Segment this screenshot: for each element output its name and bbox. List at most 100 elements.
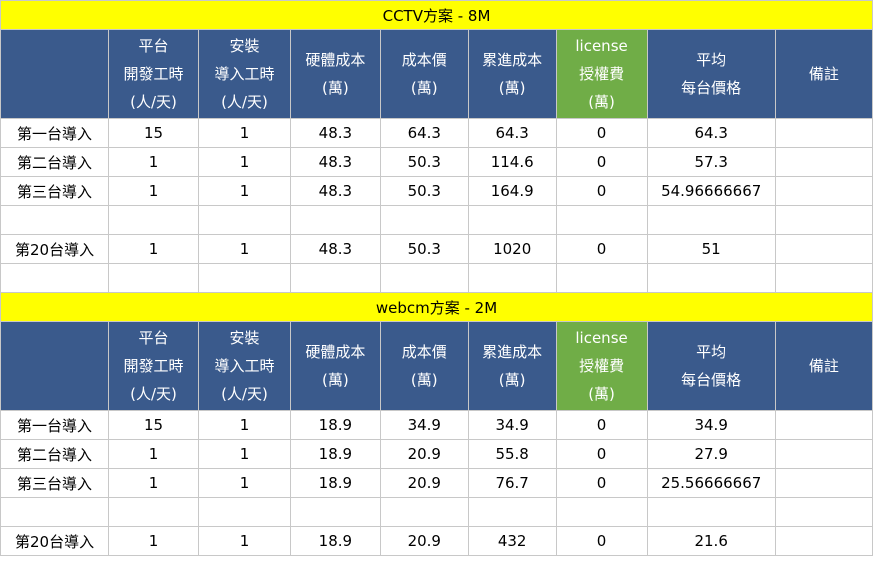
- empty-cell[interactable]: [0, 497, 110, 527]
- cell-average[interactable]: 25.56666667: [646, 468, 776, 498]
- cell-average[interactable]: 64.3: [646, 118, 776, 148]
- row-label[interactable]: 第一台導入: [0, 410, 110, 440]
- empty-cell[interactable]: [646, 497, 776, 527]
- row-label[interactable]: 第20台導入: [0, 526, 110, 556]
- cell-cumulative[interactable]: 432: [467, 526, 557, 556]
- empty-cell[interactable]: [108, 205, 199, 235]
- header-average[interactable]: 平均 每台價格: [646, 29, 776, 119]
- empty-cell[interactable]: [198, 205, 291, 235]
- cell-dev[interactable]: 1: [108, 147, 199, 177]
- cell-cost[interactable]: 20.9: [379, 526, 469, 556]
- empty-cell[interactable]: [379, 263, 469, 293]
- cell-notes[interactable]: [774, 468, 873, 498]
- cell-license[interactable]: 0: [555, 410, 648, 440]
- section-title[interactable]: webcm方案 - 2M: [0, 292, 873, 322]
- cell-cost[interactable]: 64.3: [379, 118, 469, 148]
- cell-cumulative[interactable]: 55.8: [467, 439, 557, 469]
- header-cell-empty[interactable]: [0, 321, 110, 411]
- cell-hardware[interactable]: 18.9: [289, 468, 381, 498]
- header-hardware[interactable]: 硬體成本 (萬): [289, 29, 381, 119]
- header-cumulative[interactable]: 累進成本 (萬): [467, 321, 557, 411]
- cell-license[interactable]: 0: [555, 526, 648, 556]
- header-notes[interactable]: 備註: [774, 321, 873, 411]
- empty-cell[interactable]: [0, 263, 110, 293]
- cell-average[interactable]: 21.6: [646, 526, 776, 556]
- section-title[interactable]: CCTV方案 - 8M: [0, 0, 873, 30]
- cell-license[interactable]: 0: [555, 439, 648, 469]
- cell-install[interactable]: 1: [198, 176, 291, 206]
- cell-hardware[interactable]: 48.3: [289, 118, 381, 148]
- header-average[interactable]: 平均 每台價格: [646, 321, 776, 411]
- cell-dev[interactable]: 15: [108, 118, 199, 148]
- cell-cumulative[interactable]: 76.7: [467, 468, 557, 498]
- cell-install[interactable]: 1: [198, 147, 291, 177]
- cell-cumulative[interactable]: 1020: [467, 234, 557, 264]
- empty-cell[interactable]: [0, 205, 110, 235]
- empty-cell[interactable]: [108, 497, 199, 527]
- row-label[interactable]: 第二台導入: [0, 439, 110, 469]
- empty-cell[interactable]: [555, 263, 648, 293]
- header-cell-empty[interactable]: [0, 29, 110, 119]
- cell-hardware[interactable]: 18.9: [289, 526, 381, 556]
- header-cost[interactable]: 成本價 (萬): [379, 29, 469, 119]
- cell-dev[interactable]: 1: [108, 439, 199, 469]
- cell-notes[interactable]: [774, 118, 873, 148]
- header-license[interactable]: license 授權費 (萬): [555, 29, 648, 119]
- cell-cost[interactable]: 20.9: [379, 439, 469, 469]
- empty-cell[interactable]: [467, 205, 557, 235]
- empty-cell[interactable]: [198, 497, 291, 527]
- empty-cell[interactable]: [555, 205, 648, 235]
- empty-cell[interactable]: [774, 263, 873, 293]
- cell-average[interactable]: 54.96666667: [646, 176, 776, 206]
- cell-notes[interactable]: [774, 147, 873, 177]
- empty-cell[interactable]: [379, 497, 469, 527]
- empty-cell[interactable]: [289, 205, 381, 235]
- empty-cell[interactable]: [379, 205, 469, 235]
- cell-cumulative[interactable]: 34.9: [467, 410, 557, 440]
- cell-dev[interactable]: 1: [108, 468, 199, 498]
- cell-license[interactable]: 0: [555, 468, 648, 498]
- cell-average[interactable]: 34.9: [646, 410, 776, 440]
- header-platform-dev[interactable]: 平台 開發工時 (人/天): [108, 29, 199, 119]
- header-platform-dev[interactable]: 平台 開發工時 (人/天): [108, 321, 199, 411]
- header-notes[interactable]: 備註: [774, 29, 873, 119]
- row-label[interactable]: 第一台導入: [0, 118, 110, 148]
- cell-install[interactable]: 1: [198, 118, 291, 148]
- cell-hardware[interactable]: 48.3: [289, 147, 381, 177]
- header-license[interactable]: license 授權費 (萬): [555, 321, 648, 411]
- header-install[interactable]: 安裝 導入工時 (人/天): [198, 29, 291, 119]
- cell-license[interactable]: 0: [555, 147, 648, 177]
- empty-cell[interactable]: [289, 497, 381, 527]
- cell-average[interactable]: 27.9: [646, 439, 776, 469]
- header-hardware[interactable]: 硬體成本 (萬): [289, 321, 381, 411]
- cell-cost[interactable]: 50.3: [379, 234, 469, 264]
- cell-install[interactable]: 1: [198, 410, 291, 440]
- cell-cumulative[interactable]: 64.3: [467, 118, 557, 148]
- cell-cost[interactable]: 50.3: [379, 147, 469, 177]
- empty-cell[interactable]: [555, 497, 648, 527]
- cell-cost[interactable]: 34.9: [379, 410, 469, 440]
- header-cumulative[interactable]: 累進成本 (萬): [467, 29, 557, 119]
- empty-cell[interactable]: [108, 263, 199, 293]
- empty-cell[interactable]: [646, 205, 776, 235]
- empty-cell[interactable]: [467, 497, 557, 527]
- cell-license[interactable]: 0: [555, 234, 648, 264]
- empty-cell[interactable]: [646, 263, 776, 293]
- cell-average[interactable]: 57.3: [646, 147, 776, 177]
- cell-notes[interactable]: [774, 526, 873, 556]
- cell-install[interactable]: 1: [198, 439, 291, 469]
- cell-cost[interactable]: 20.9: [379, 468, 469, 498]
- header-install[interactable]: 安裝 導入工時 (人/天): [198, 321, 291, 411]
- cell-dev[interactable]: 15: [108, 410, 199, 440]
- cell-notes[interactable]: [774, 176, 873, 206]
- cell-install[interactable]: 1: [198, 468, 291, 498]
- header-cost[interactable]: 成本價 (萬): [379, 321, 469, 411]
- cell-license[interactable]: 0: [555, 176, 648, 206]
- cell-cumulative[interactable]: 164.9: [467, 176, 557, 206]
- cell-hardware[interactable]: 18.9: [289, 439, 381, 469]
- row-label[interactable]: 第三台導入: [0, 468, 110, 498]
- cell-dev[interactable]: 1: [108, 234, 199, 264]
- cell-notes[interactable]: [774, 410, 873, 440]
- cell-average[interactable]: 51: [646, 234, 776, 264]
- cell-hardware[interactable]: 48.3: [289, 176, 381, 206]
